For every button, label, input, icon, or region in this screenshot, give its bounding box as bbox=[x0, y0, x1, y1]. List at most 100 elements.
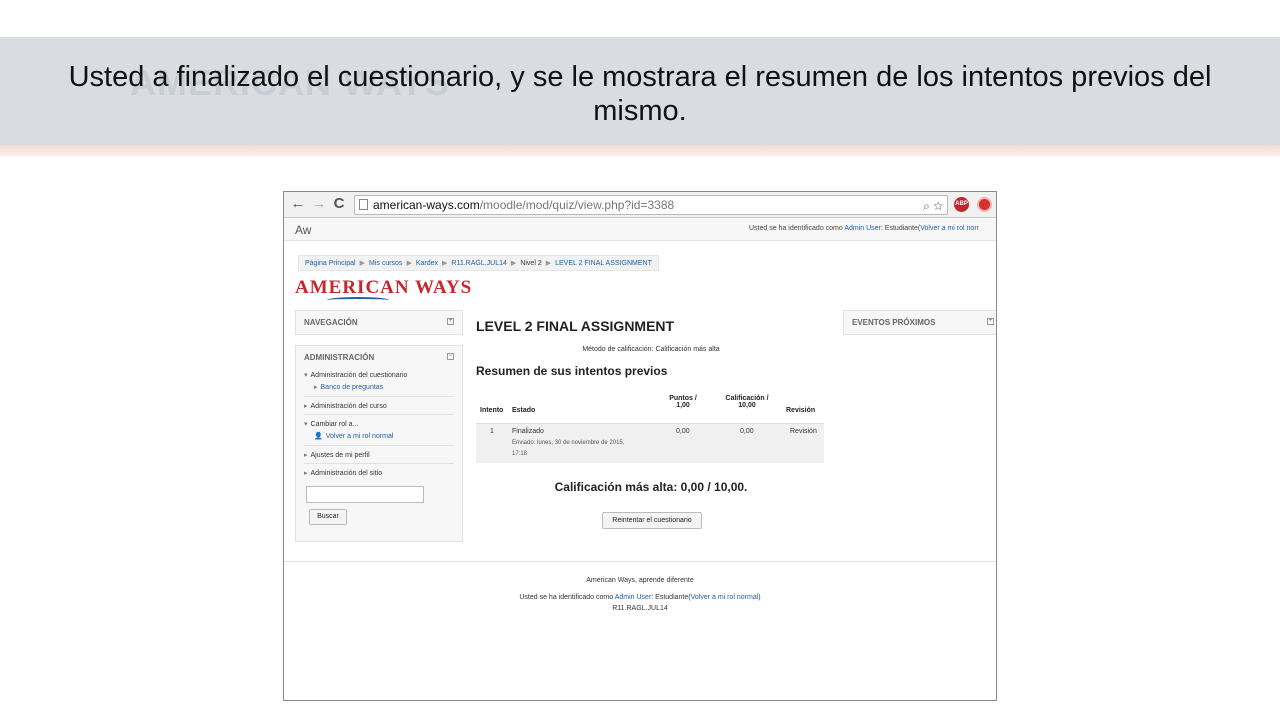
retry-quiz-button[interactable]: Reintentar el cuestionario bbox=[602, 512, 702, 529]
footer-login-prefix: Usted se ha identificado como bbox=[519, 594, 615, 601]
footer-tagline: American Ways, aprende diferente bbox=[586, 577, 694, 584]
search-button[interactable]: Buscar bbox=[309, 509, 347, 525]
highest-grade: Calificación más alta: 0,00 / 10,00. bbox=[554, 480, 748, 494]
tree-item-label: Administración del cuestionario bbox=[310, 372, 408, 379]
grade-header-max: 10,00 bbox=[738, 402, 756, 409]
return-role-link[interactable]: Volver a mi rol norr bbox=[920, 225, 979, 232]
caret-right-icon: ▸ bbox=[314, 384, 318, 391]
attempts-summary-heading: Resumen de sus intentos previos bbox=[476, 364, 668, 378]
tree-item-quiz-admin[interactable]: ▾ Administración del cuestionario bbox=[304, 371, 407, 379]
back-icon[interactable]: ← bbox=[289, 195, 307, 213]
footer-divider bbox=[284, 561, 996, 562]
banner-stripe bbox=[0, 145, 1280, 156]
logo-swoosh bbox=[327, 297, 389, 303]
expand-icon[interactable]: + bbox=[987, 318, 994, 325]
footer-close-paren: ) bbox=[758, 594, 761, 601]
column-header-state: Estado bbox=[512, 407, 536, 414]
admin-search-input[interactable] bbox=[306, 486, 424, 503]
administration-block-title: ADMINISTRACIÓN bbox=[304, 353, 375, 362]
breadcrumb-separator-icon: ▶ bbox=[545, 260, 552, 267]
tree-item-label: Administración del curso bbox=[310, 403, 387, 410]
tree-item-profile-settings[interactable]: ▸ Ajustes de mi perfil bbox=[304, 451, 370, 459]
footer-user-link[interactable]: Admin User bbox=[615, 594, 652, 601]
caret-right-icon: ▸ bbox=[304, 452, 308, 459]
star-icon[interactable]: ☆ bbox=[933, 199, 943, 213]
forward-icon[interactable]: → bbox=[310, 195, 328, 213]
expand-icon[interactable]: + bbox=[447, 318, 454, 325]
breadcrumb-item[interactable]: LEVEL 2 FINAL ASSIGNMENT bbox=[555, 260, 652, 267]
review-link[interactable]: Revisión bbox=[790, 428, 817, 435]
attempt-state: Finalizado bbox=[512, 428, 544, 435]
tree-item-question-bank[interactable]: ▸ Banco de preguntas bbox=[314, 383, 383, 391]
attempt-grade: 0,00 bbox=[740, 428, 754, 435]
breadcrumb-item[interactable]: Página Principal bbox=[305, 260, 356, 267]
login-role: : Estudiante( bbox=[880, 225, 921, 232]
attempt-number: 1 bbox=[490, 428, 494, 435]
administration-block: ADMINISTRACIÓN − ▾ Administración del cue… bbox=[295, 345, 463, 542]
address-bar[interactable]: american-ways.com/moodle/mod/quiz/view.p… bbox=[354, 195, 948, 215]
breadcrumb-item: Nivel 2 bbox=[520, 260, 542, 267]
grade-header-line: Calificación / bbox=[725, 395, 769, 402]
column-header-grade: Calificación /10,00 bbox=[720, 395, 774, 409]
footer-login-role: : Estudiante( bbox=[651, 594, 691, 601]
tree-item-label: Ajustes de mi perfil bbox=[310, 452, 370, 459]
adblock-icon[interactable]: ABP bbox=[954, 197, 969, 212]
url-actions: ⌕ ☆ bbox=[923, 197, 943, 215]
tree-item-label: Banco de preguntas bbox=[320, 384, 384, 391]
quiz-title: LEVEL 2 FINAL ASSIGNMENT bbox=[476, 318, 675, 334]
url-path: /moodle/mod/quiz/view.php?id=3388 bbox=[479, 198, 675, 212]
tree-item-label: Cambiar rol a... bbox=[310, 421, 359, 428]
footer-course-link[interactable]: R11.RAGL.JUL14 bbox=[284, 605, 996, 612]
attempts-table: Intento Estado Puntos /1,00 Calificación… bbox=[476, 390, 824, 465]
user-link[interactable]: Admin User bbox=[844, 225, 881, 232]
user-icon: 👤 bbox=[314, 433, 323, 440]
column-header-points: Puntos /1,00 bbox=[662, 395, 704, 409]
attempt-submitted-date: Enviado: lunes, 30 de noviembre de 2015, bbox=[512, 440, 625, 446]
tree-item-switch-role[interactable]: ▾ Cambiar rol a... bbox=[304, 420, 358, 428]
extension-record-icon[interactable] bbox=[977, 197, 992, 212]
collapse-icon[interactable]: − bbox=[447, 353, 454, 360]
caret-right-icon: ▸ bbox=[304, 403, 308, 410]
breadcrumb: Página Principal ▶ Mis cursos ▶ Kardex ▶ R11.R… bbox=[298, 255, 659, 271]
attempt-points: 0,00 bbox=[676, 428, 690, 435]
footer-login-info: Usted se ha identificado como Admin User… bbox=[284, 594, 996, 601]
column-header-review: Revisión bbox=[786, 407, 816, 414]
reload-icon[interactable]: C bbox=[330, 195, 348, 213]
points-header-max: 1,00 bbox=[676, 402, 690, 409]
page-icon bbox=[359, 199, 368, 210]
browser-toolbar: ← → C american-ways.com/moodle/mod/quiz/… bbox=[284, 192, 996, 218]
slide-title: Usted a finalizado el cuestionario, y se… bbox=[68, 61, 1212, 127]
events-block-title: EVENTOS PRÓXIMOS bbox=[852, 318, 936, 327]
american-ways-logo[interactable]: AMERICAN WAYS bbox=[295, 277, 472, 299]
tree-divider bbox=[304, 445, 454, 446]
tree-divider bbox=[304, 414, 454, 415]
column-header-attempt: Intento bbox=[480, 407, 504, 414]
breadcrumb-separator-icon: ▶ bbox=[406, 260, 412, 267]
browser-screenshot: ← → C american-ways.com/moodle/mod/quiz/… bbox=[283, 191, 997, 701]
site-topbar: Aw Usted se ha identificado como Admin U… bbox=[284, 219, 996, 241]
tree-item-label: Administración del sitio bbox=[310, 470, 383, 477]
login-prefix: Usted se ha identificado como bbox=[749, 225, 845, 232]
site-brand[interactable]: Aw bbox=[295, 223, 311, 237]
breadcrumb-separator-icon: ▶ bbox=[359, 260, 365, 267]
tree-item-label: Volver a mi rol normal bbox=[325, 433, 394, 440]
caret-right-icon: ▸ bbox=[304, 470, 308, 477]
attempt-submitted-time: 17:18 bbox=[512, 451, 528, 457]
breadcrumb-item[interactable]: Mis cursos bbox=[369, 260, 402, 267]
login-info: Usted se ha identificado como Admin User… bbox=[749, 225, 979, 232]
tree-item-course-admin[interactable]: ▸ Administración del curso bbox=[304, 402, 387, 410]
breadcrumb-separator-icon: ▶ bbox=[510, 260, 517, 267]
caret-down-icon: ▾ bbox=[304, 421, 308, 428]
footer-return-role-link[interactable]: Volver a mi rol normal bbox=[691, 594, 759, 601]
points-header-line: Puntos / bbox=[669, 395, 697, 402]
breadcrumb-item[interactable]: Kardex bbox=[416, 260, 438, 267]
tree-divider bbox=[304, 463, 454, 464]
tree-item-site-admin[interactable]: ▸ Administración del sitio bbox=[304, 469, 382, 477]
zoom-icon[interactable]: ⌕ bbox=[923, 199, 930, 213]
grading-method: Método de calificación: Calificación más… bbox=[582, 346, 720, 353]
breadcrumb-item[interactable]: R11.RAGL.JUL14 bbox=[451, 260, 507, 267]
events-block: EVENTOS PRÓXIMOS + bbox=[843, 310, 996, 335]
tree-item-return-role[interactable]: 👤 Volver a mi rol normal bbox=[314, 432, 393, 440]
slide: AMERICAN WAYS Usted a finalizado el cues… bbox=[0, 0, 1280, 720]
navigation-block: NAVEGACIÓN + bbox=[295, 310, 463, 335]
